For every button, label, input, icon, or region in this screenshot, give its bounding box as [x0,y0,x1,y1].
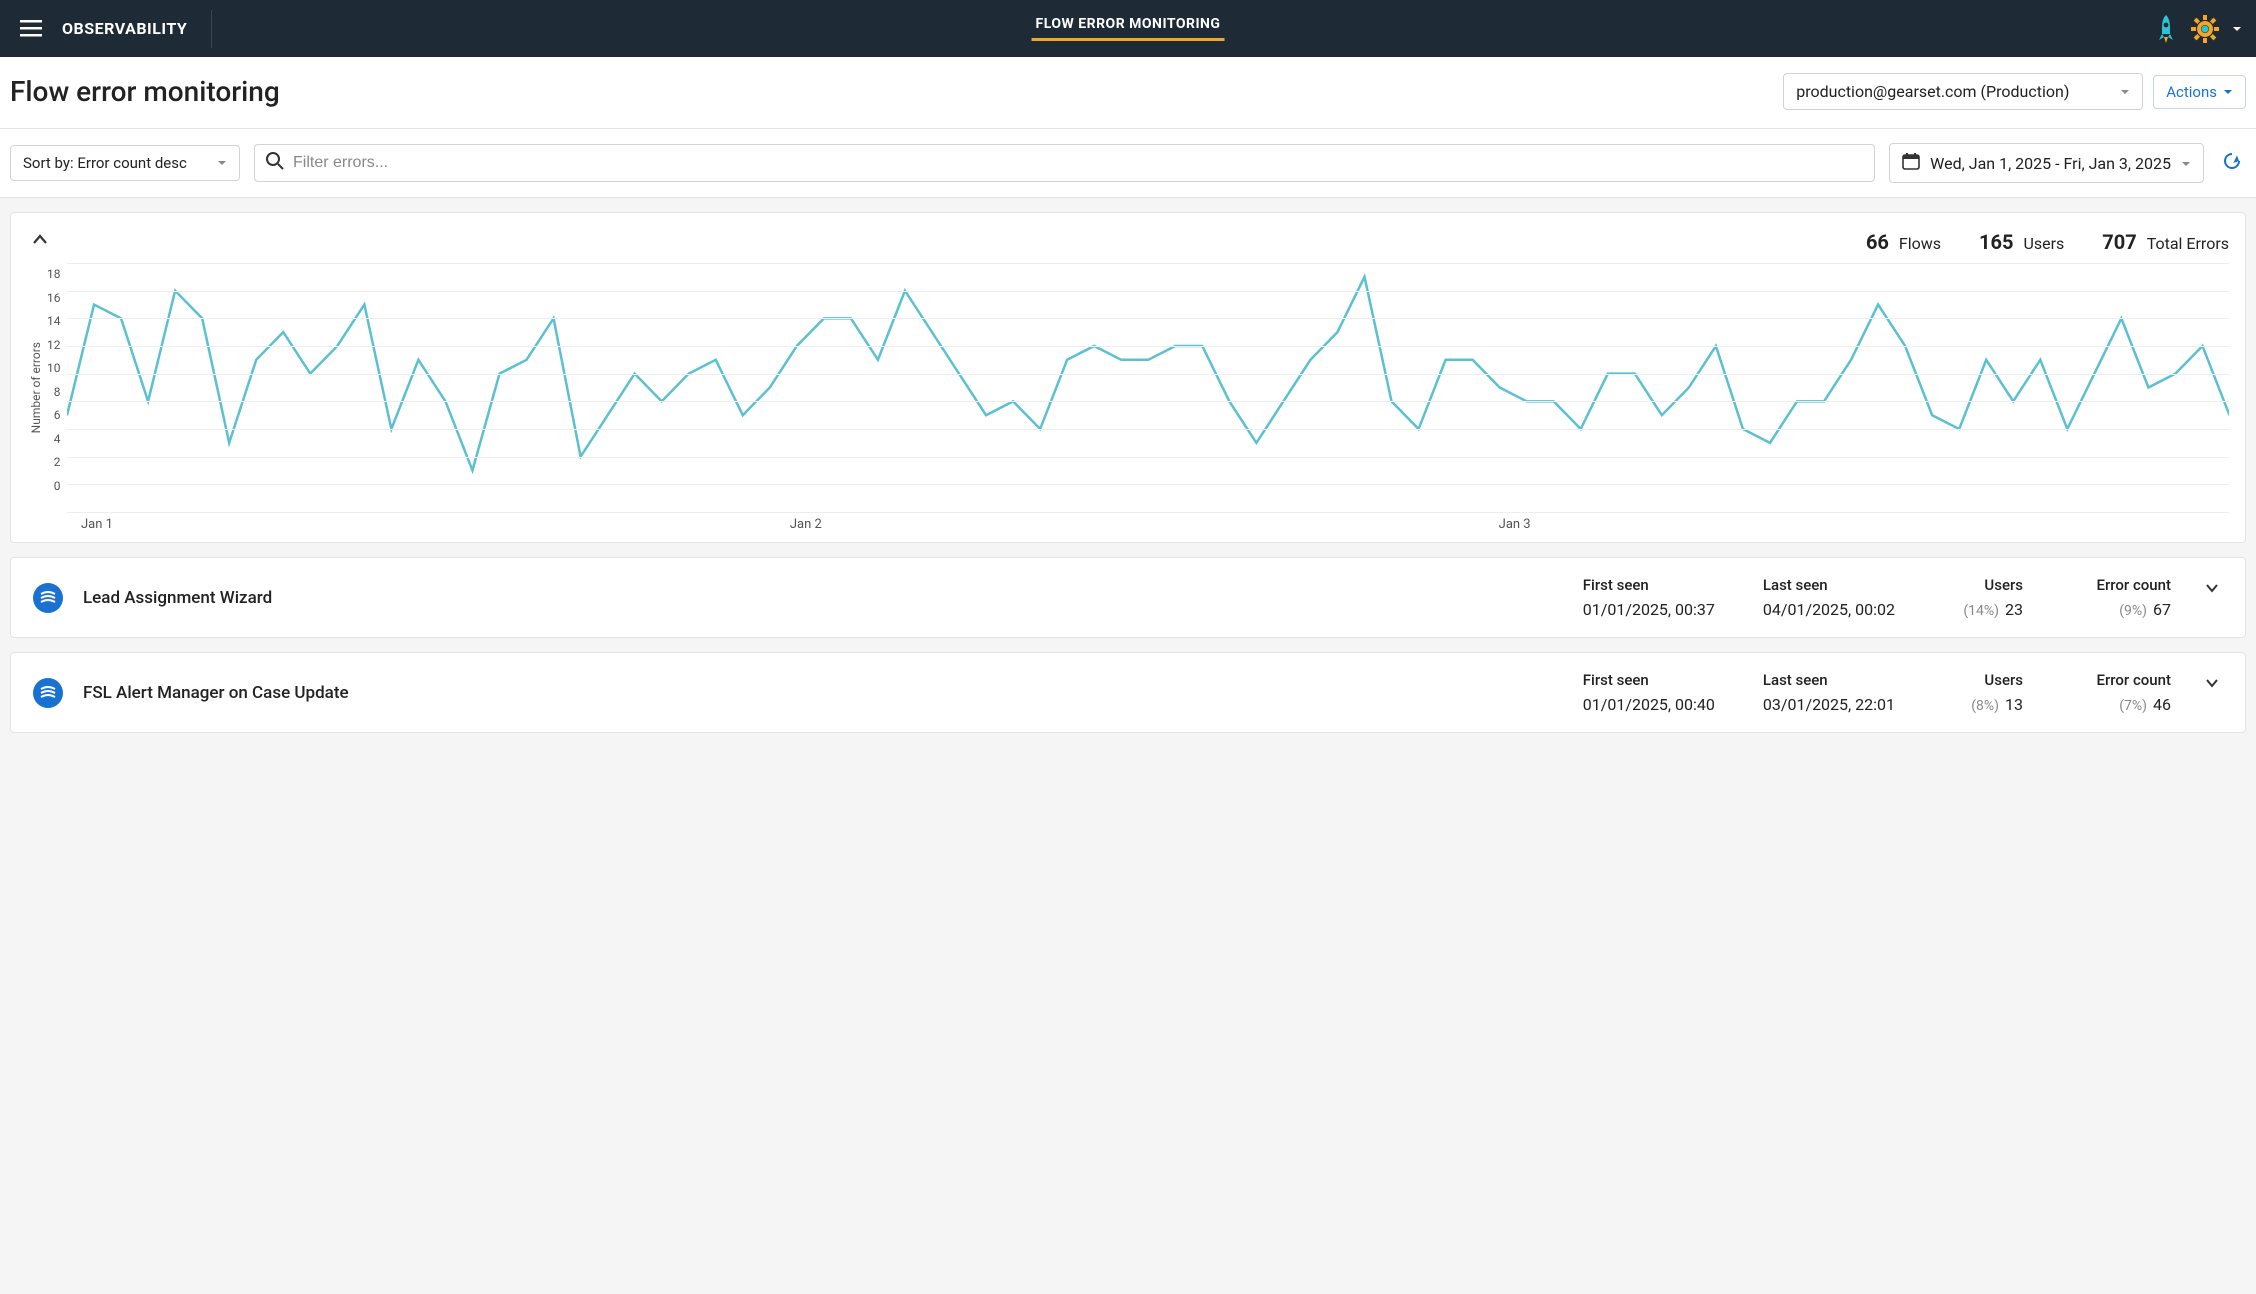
chart-header: 66 Flows 165 Users 707 Total Errors [27,227,2229,257]
col-users-label: Users [1943,671,2023,689]
stat-label: Users [2023,234,2064,253]
flow-columns: First seen 01/01/2025, 00:40 Last seen 0… [1583,671,2171,714]
menu-icon[interactable] [14,14,48,44]
chevron-down-icon [2181,154,2191,173]
expand-button[interactable] [2201,576,2223,603]
search-input[interactable] [285,151,1864,175]
flow-icon [33,678,63,708]
collapse-button[interactable] [27,227,53,257]
date-range-selector[interactable]: Wed, Jan 1, 2025 - Fri, Jan 3, 2025 [1889,143,2204,183]
chart-body: Number of errors 181614121086420 [27,263,2229,513]
errors-pct: (9%) [2119,603,2147,619]
last-seen-value: 03/01/2025, 22:01 [1763,695,1895,714]
first-seen-value: 01/01/2025, 00:37 [1583,600,1715,619]
divider [211,10,212,48]
stat-flows: 66 Flows [1866,230,1941,254]
users-value: 23 [2005,600,2023,619]
page-title: Flow error monitoring [10,75,1783,108]
stat-label: Flows [1899,234,1941,253]
flow-name: Lead Assignment Wizard [83,588,1563,608]
search-input-wrap[interactable] [254,144,1875,182]
errors-value: 67 [2153,600,2171,619]
col-first-seen-label: First seen [1583,671,1715,689]
refresh-button[interactable] [2218,147,2246,179]
date-range-label: Wed, Jan 1, 2025 - Fri, Jan 3, 2025 [1930,154,2171,173]
rocket-icon[interactable] [2154,14,2178,44]
top-nav: FLOW ERROR MONITORING [1032,16,1225,41]
org-selector[interactable]: production@gearset.com (Production) [1783,73,2143,110]
chevron-down-icon [2223,83,2233,101]
summary-stats: 66 Flows 165 Users 707 Total Errors [1866,230,2229,254]
calendar-icon [1902,152,1920,174]
users-pct: (14%) [1963,603,1999,619]
account-chevron-down-icon[interactable] [2232,19,2242,38]
sort-label: Sort by: Error count desc [23,154,187,172]
search-icon [265,151,285,175]
gear-icon[interactable] [2190,14,2220,44]
content: 66 Flows 165 Users 707 Total Errors Numb… [0,198,2256,761]
col-users-label: Users [1943,576,2023,594]
stat-value: 707 [2102,230,2136,254]
chevron-down-icon [217,154,227,172]
stat-value: 66 [1866,230,1889,254]
col-first-seen-label: First seen [1583,576,1715,594]
expand-button[interactable] [2201,671,2223,698]
top-bar: OBSERVABILITY FLOW ERROR MONITORING [0,0,2256,57]
plot-area [67,263,2230,513]
col-last-seen-label: Last seen [1763,576,1895,594]
stat-users: 165 Users [1979,230,2064,254]
flow-row[interactable]: FSL Alert Manager on Case Update First s… [10,652,2246,733]
last-seen-value: 04/01/2025, 00:02 [1763,600,1895,619]
first-seen-value: 01/01/2025, 00:40 [1583,695,1715,714]
chart-card: 66 Flows 165 Users 707 Total Errors Numb… [10,212,2246,543]
errors-pct: (7%) [2119,698,2147,714]
col-error-count-label: Error count [2071,671,2171,689]
sort-selector[interactable]: Sort by: Error count desc [10,145,240,181]
line-chart [67,263,2230,512]
stat-value: 165 [1979,230,2013,254]
x-axis-labels: Jan 1Jan 2Jan 3 [27,517,2229,532]
errors-value: 46 [2153,695,2171,714]
flow-icon [33,583,63,613]
page-header: Flow error monitoring production@gearset… [0,57,2256,129]
flow-row[interactable]: Lead Assignment Wizard First seen 01/01/… [10,557,2246,638]
stat-label: Total Errors [2147,234,2229,253]
col-last-seen-label: Last seen [1763,671,1895,689]
y-axis-ticks: 181614121086420 [45,263,67,513]
users-pct: (8%) [1971,698,1999,714]
filter-bar: Sort by: Error count desc Wed, Jan 1, 20… [0,129,2256,198]
actions-button[interactable]: Actions [2153,75,2246,109]
flow-list: Lead Assignment Wizard First seen 01/01/… [10,557,2246,747]
org-selected-label: production@gearset.com (Production) [1796,82,2069,101]
flow-name: FSL Alert Manager on Case Update [83,683,1563,703]
users-value: 13 [2005,695,2023,714]
stat-total-errors: 707 Total Errors [2102,230,2229,254]
actions-label: Actions [2166,83,2217,101]
brand-label: OBSERVABILITY [62,19,187,38]
col-error-count-label: Error count [2071,576,2171,594]
y-axis-label: Number of errors [27,342,45,433]
flow-columns: First seen 01/01/2025, 00:37 Last seen 0… [1583,576,2171,619]
tab-flow-error-monitoring[interactable]: FLOW ERROR MONITORING [1032,16,1225,41]
chevron-down-icon [2120,82,2130,101]
